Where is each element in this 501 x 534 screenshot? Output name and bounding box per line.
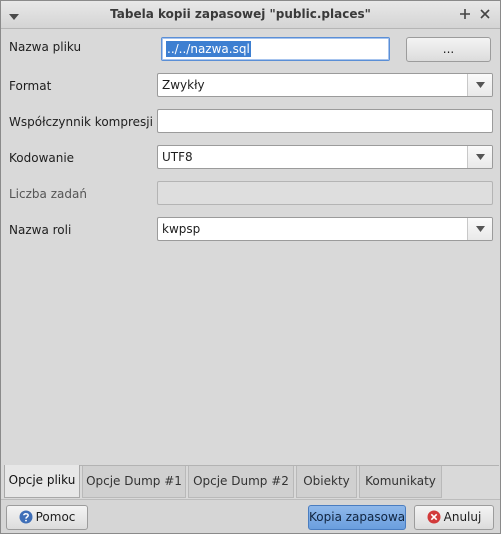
filename-input[interactable]: ../../nazwa.sql — [161, 37, 390, 61]
window-title: Tabela kopii zapasowej "public.places" — [110, 7, 371, 21]
compression-input[interactable] — [157, 109, 493, 133]
format-select[interactable]: Zwykły — [157, 73, 493, 97]
compression-label: Współczynnik kompresji — [9, 115, 153, 129]
browse-button[interactable]: ... — [406, 37, 491, 62]
chevron-down-icon — [476, 226, 485, 232]
tab-bar: Opcje pliku Opcje Dump #1 Opcje Dump #2 … — [4, 465, 499, 498]
cancel-button[interactable]: Anuluj — [414, 505, 494, 530]
cancel-icon — [427, 510, 441, 523]
cancel-button-label: Anuluj — [443, 510, 482, 524]
filename-label: Nazwa pliku — [9, 40, 82, 54]
role-value: kwpsp — [162, 222, 201, 236]
help-button[interactable]: Pomoc — [6, 505, 88, 530]
close-icon[interactable] — [477, 6, 493, 22]
backup-dialog-window: Tabela kopii zapasowej "public.places" N… — [0, 0, 501, 534]
jobs-label: Liczba zadań — [9, 187, 87, 201]
filename-value: ../../nazwa.sql — [166, 41, 251, 57]
format-dropdown-button[interactable] — [467, 74, 492, 96]
window-menu-icon[interactable] — [9, 10, 19, 20]
keep-above-icon[interactable] — [457, 6, 473, 22]
format-label: Format — [9, 79, 52, 93]
format-value: Zwykły — [162, 78, 205, 92]
role-label: Nazwa roli — [9, 223, 72, 237]
encoding-select[interactable]: UTF8 — [157, 145, 493, 169]
jobs-input — [157, 181, 493, 205]
role-select[interactable]: kwpsp — [157, 217, 493, 241]
encoding-label: Kodowanie — [9, 151, 75, 165]
role-dropdown-button[interactable] — [467, 218, 492, 240]
chevron-down-icon — [476, 82, 485, 88]
chevron-down-icon — [476, 154, 485, 160]
file-options-panel: Nazwa pliku ../../nazwa.sql ... Format Z… — [4, 31, 497, 464]
encoding-dropdown-button[interactable] — [467, 146, 492, 168]
encoding-value: UTF8 — [162, 150, 193, 164]
title-bar[interactable]: Tabela kopii zapasowej "public.places" — [1, 1, 500, 29]
help-button-label: Pomoc — [35, 510, 76, 524]
tab-file-options[interactable]: Opcje pliku — [4, 465, 80, 498]
tab-objects[interactable]: Obiekty — [296, 466, 357, 498]
tab-messages[interactable]: Komunikaty — [359, 466, 442, 498]
help-icon — [19, 510, 33, 523]
tab-dump-options-1[interactable]: Opcje Dump #1 — [82, 466, 186, 498]
tab-dump-options-2[interactable]: Opcje Dump #2 — [188, 466, 294, 498]
dialog-footer: Pomoc Kopia zapasowa Anuluj — [1, 499, 500, 533]
backup-button[interactable]: Kopia zapasowa — [308, 505, 406, 530]
